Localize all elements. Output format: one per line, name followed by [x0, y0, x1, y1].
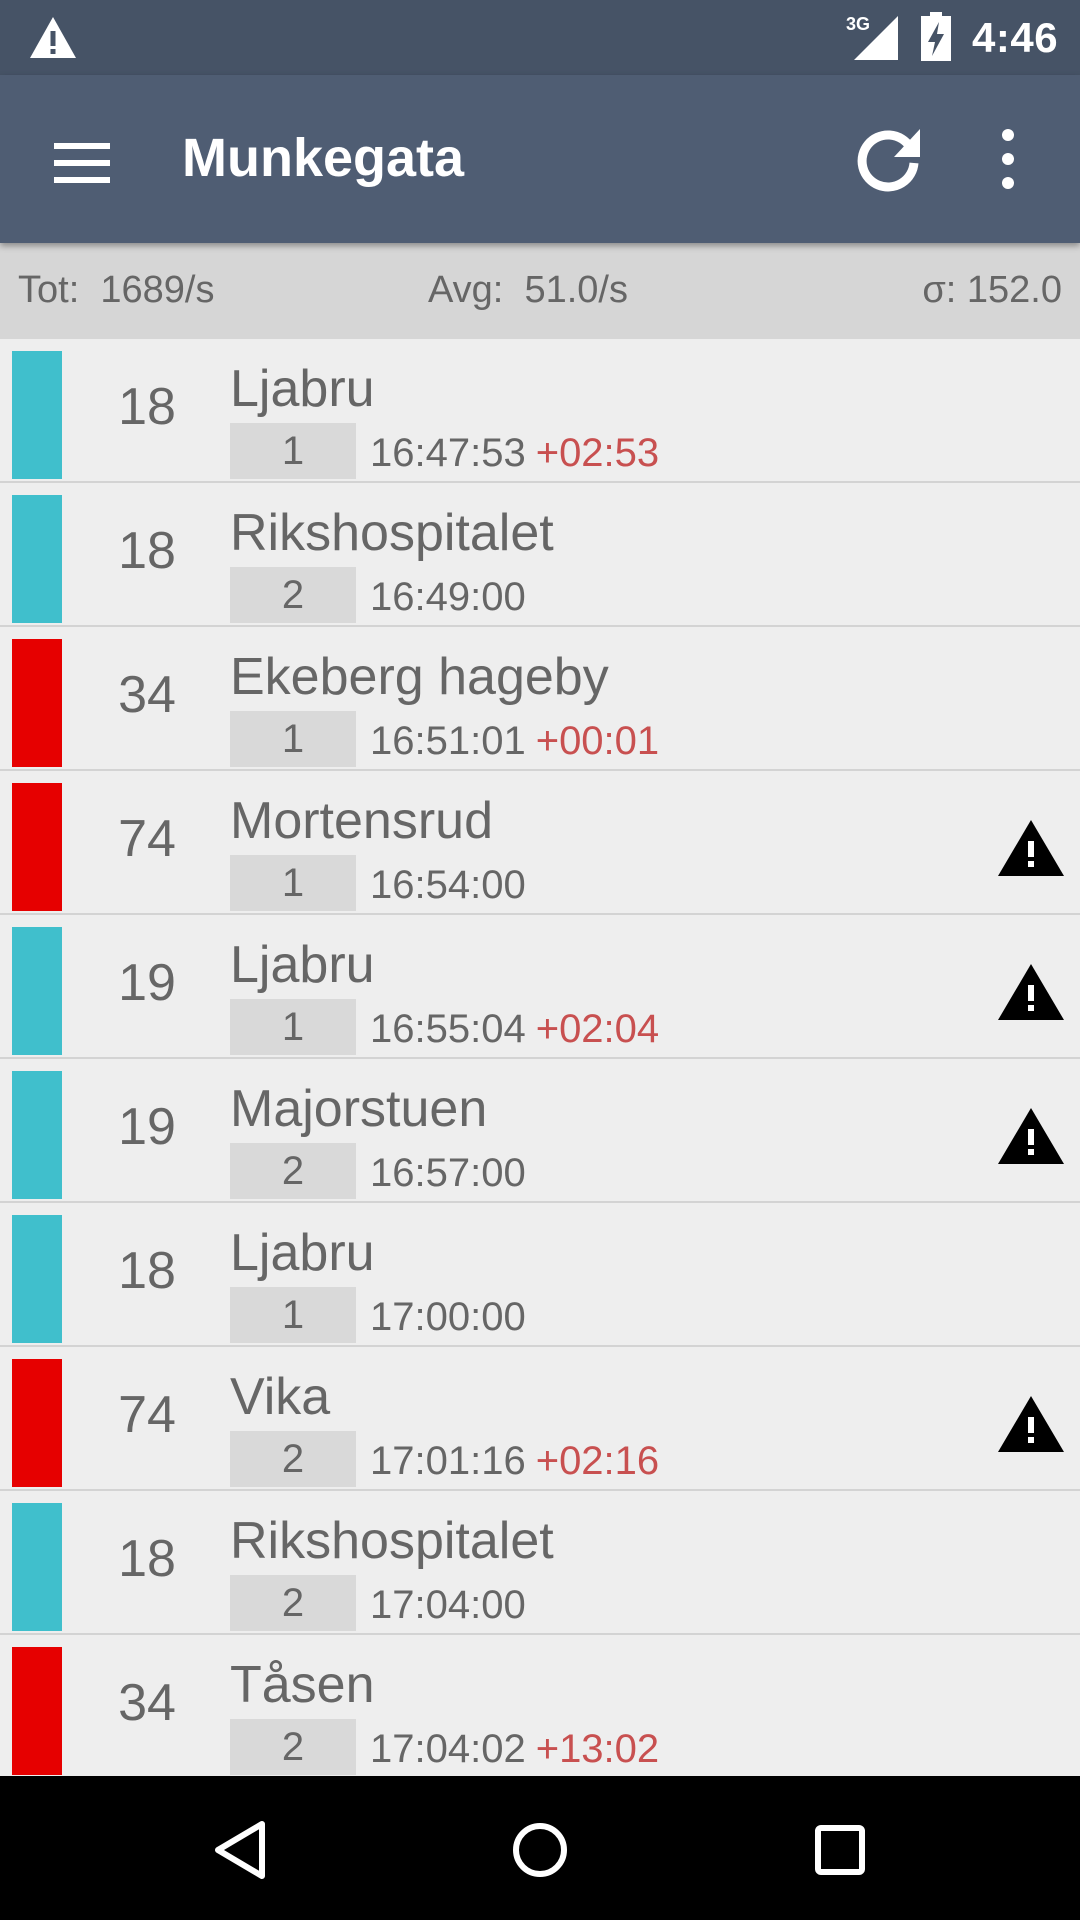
track-number: 1 — [230, 1287, 356, 1343]
destination: Majorstuen — [230, 1080, 488, 1138]
status-bar: 3G 4:46 — [0, 0, 1080, 75]
departure-time: 16:49:00 — [370, 575, 526, 620]
warning-icon — [30, 17, 76, 58]
navigation-bar — [0, 1776, 1080, 1920]
departure-row[interactable]: 18 Ljabru 1 17:00:00 — [0, 1203, 1080, 1347]
total-rate: Tot: 1689/s — [18, 269, 215, 311]
scheduled-time: 16:57:00 — [370, 1151, 526, 1195]
track-number: 1 — [230, 711, 356, 767]
scheduled-time: 17:04:00 — [370, 1583, 526, 1627]
departure-time: 17:00:00 — [370, 1295, 526, 1340]
scheduled-time: 16:54:00 — [370, 863, 526, 907]
departure-time: 17:01:16 +02:16 — [370, 1439, 659, 1484]
warning-icon[interactable] — [996, 817, 1066, 879]
departure-time: 16:55:04 +02:04 — [370, 1007, 659, 1052]
destination: Tåsen — [230, 1656, 375, 1714]
departure-time: 16:47:53 +02:53 — [370, 431, 659, 476]
departure-row[interactable]: 19 Ljabru 1 16:55:04 +02:04 — [0, 915, 1080, 1059]
line-number: 18 — [118, 1530, 176, 1588]
departure-row[interactable]: 18 Rikshospitalet 2 17:04:00 — [0, 1491, 1080, 1635]
track-number: 2 — [230, 1431, 356, 1487]
track-number: 1 — [230, 423, 356, 479]
delay: +02:16 — [535, 1439, 660, 1483]
destination: Mortensrud — [230, 792, 493, 850]
menu-icon[interactable] — [48, 133, 120, 193]
track-number: 2 — [230, 567, 356, 623]
scheduled-time: 16:49:00 — [370, 575, 526, 619]
line-number: 34 — [118, 1674, 176, 1732]
departure-row[interactable]: 74 Vika 2 17:01:16 +02:16 — [0, 1347, 1080, 1491]
departure-time: 16:57:00 — [370, 1151, 526, 1196]
recents-icon[interactable] — [804, 1814, 876, 1886]
line-color-bar — [12, 1359, 62, 1487]
average-rate: Avg: 51.0/s — [428, 269, 628, 311]
departure-row[interactable]: 18 Ljabru 1 16:47:53 +02:53 — [0, 339, 1080, 483]
departure-time: 17:04:00 — [370, 1583, 526, 1628]
destination: Vika — [230, 1368, 331, 1426]
status-clock: 4:46 — [972, 14, 1059, 61]
track-number: 2 — [230, 1575, 356, 1631]
warning-icon[interactable] — [996, 961, 1066, 1023]
line-number: 74 — [118, 810, 176, 868]
refresh-icon[interactable] — [848, 119, 928, 199]
delay: +00:01 — [535, 719, 660, 763]
battery-charging-icon — [921, 12, 951, 61]
delay: +13:02 — [535, 1727, 660, 1771]
departure-row[interactable]: 19 Majorstuen 2 16:57:00 — [0, 1059, 1080, 1203]
departure-time: 16:54:00 — [370, 863, 526, 908]
departure-row[interactable]: 34 Ekeberg hageby 1 16:51:01 +00:01 — [0, 627, 1080, 771]
app-bar: Munkegata — [0, 75, 1080, 243]
stats-bar: Tot: 1689/s Avg: 51.0/s σ: 152.0 — [0, 243, 1080, 339]
destination: Rikshospitalet — [230, 1512, 554, 1570]
destination: Ljabru — [230, 1224, 375, 1282]
departure-row[interactable]: 18 Rikshospitalet 2 16:49:00 — [0, 483, 1080, 627]
line-color-bar — [12, 351, 62, 479]
warning-icon[interactable] — [996, 1105, 1066, 1167]
destination: Ekeberg hageby — [230, 648, 609, 706]
scheduled-time: 17:04:02 — [370, 1727, 526, 1771]
departure-row[interactable]: 34 Tåsen 2 17:04:02 +13:02 — [0, 1635, 1080, 1776]
home-icon[interactable] — [504, 1814, 576, 1886]
destination: Ljabru — [230, 360, 375, 418]
network-type-label: 3G — [846, 14, 871, 34]
line-number: 18 — [118, 522, 176, 580]
line-number: 74 — [118, 1386, 176, 1444]
line-color-bar — [12, 1071, 62, 1199]
line-color-bar — [12, 927, 62, 1055]
line-number: 19 — [118, 1098, 176, 1156]
back-icon[interactable] — [204, 1814, 276, 1886]
scheduled-time: 17:00:00 — [370, 1295, 526, 1339]
scheduled-time: 16:47:53 — [370, 431, 526, 475]
departure-list: 18 Ljabru 1 16:47:53 +02:53 18 Rikshospit… — [0, 339, 1080, 1776]
delay: +02:04 — [535, 1007, 660, 1051]
line-number: 34 — [118, 666, 176, 724]
line-number: 18 — [118, 378, 176, 436]
departure-time: 17:04:02 +13:02 — [370, 1727, 659, 1772]
departure-row[interactable]: 74 Mortensrud 1 16:54:00 — [0, 771, 1080, 915]
warning-icon[interactable] — [996, 1393, 1066, 1455]
scheduled-time: 17:01:16 — [370, 1439, 526, 1483]
scheduled-time: 16:55:04 — [370, 1007, 526, 1051]
line-number: 19 — [118, 954, 176, 1012]
line-color-bar — [12, 783, 62, 911]
track-number: 1 — [230, 999, 356, 1055]
more-vert-icon[interactable] — [984, 119, 1032, 199]
line-color-bar — [12, 495, 62, 623]
track-number: 1 — [230, 855, 356, 911]
line-color-bar — [12, 1215, 62, 1343]
scheduled-time: 16:51:01 — [370, 719, 526, 763]
destination: Rikshospitalet — [230, 504, 554, 562]
track-number: 2 — [230, 1719, 356, 1775]
line-number: 18 — [118, 1242, 176, 1300]
page-title: Munkegata — [182, 128, 465, 188]
line-color-bar — [12, 1503, 62, 1631]
sigma-value: σ: 152.0 — [922, 269, 1062, 311]
track-number: 2 — [230, 1143, 356, 1199]
delay: +02:53 — [535, 431, 660, 475]
line-color-bar — [12, 1647, 62, 1775]
line-color-bar — [12, 639, 62, 767]
destination: Ljabru — [230, 936, 375, 994]
departure-time: 16:51:01 +00:01 — [370, 719, 659, 764]
